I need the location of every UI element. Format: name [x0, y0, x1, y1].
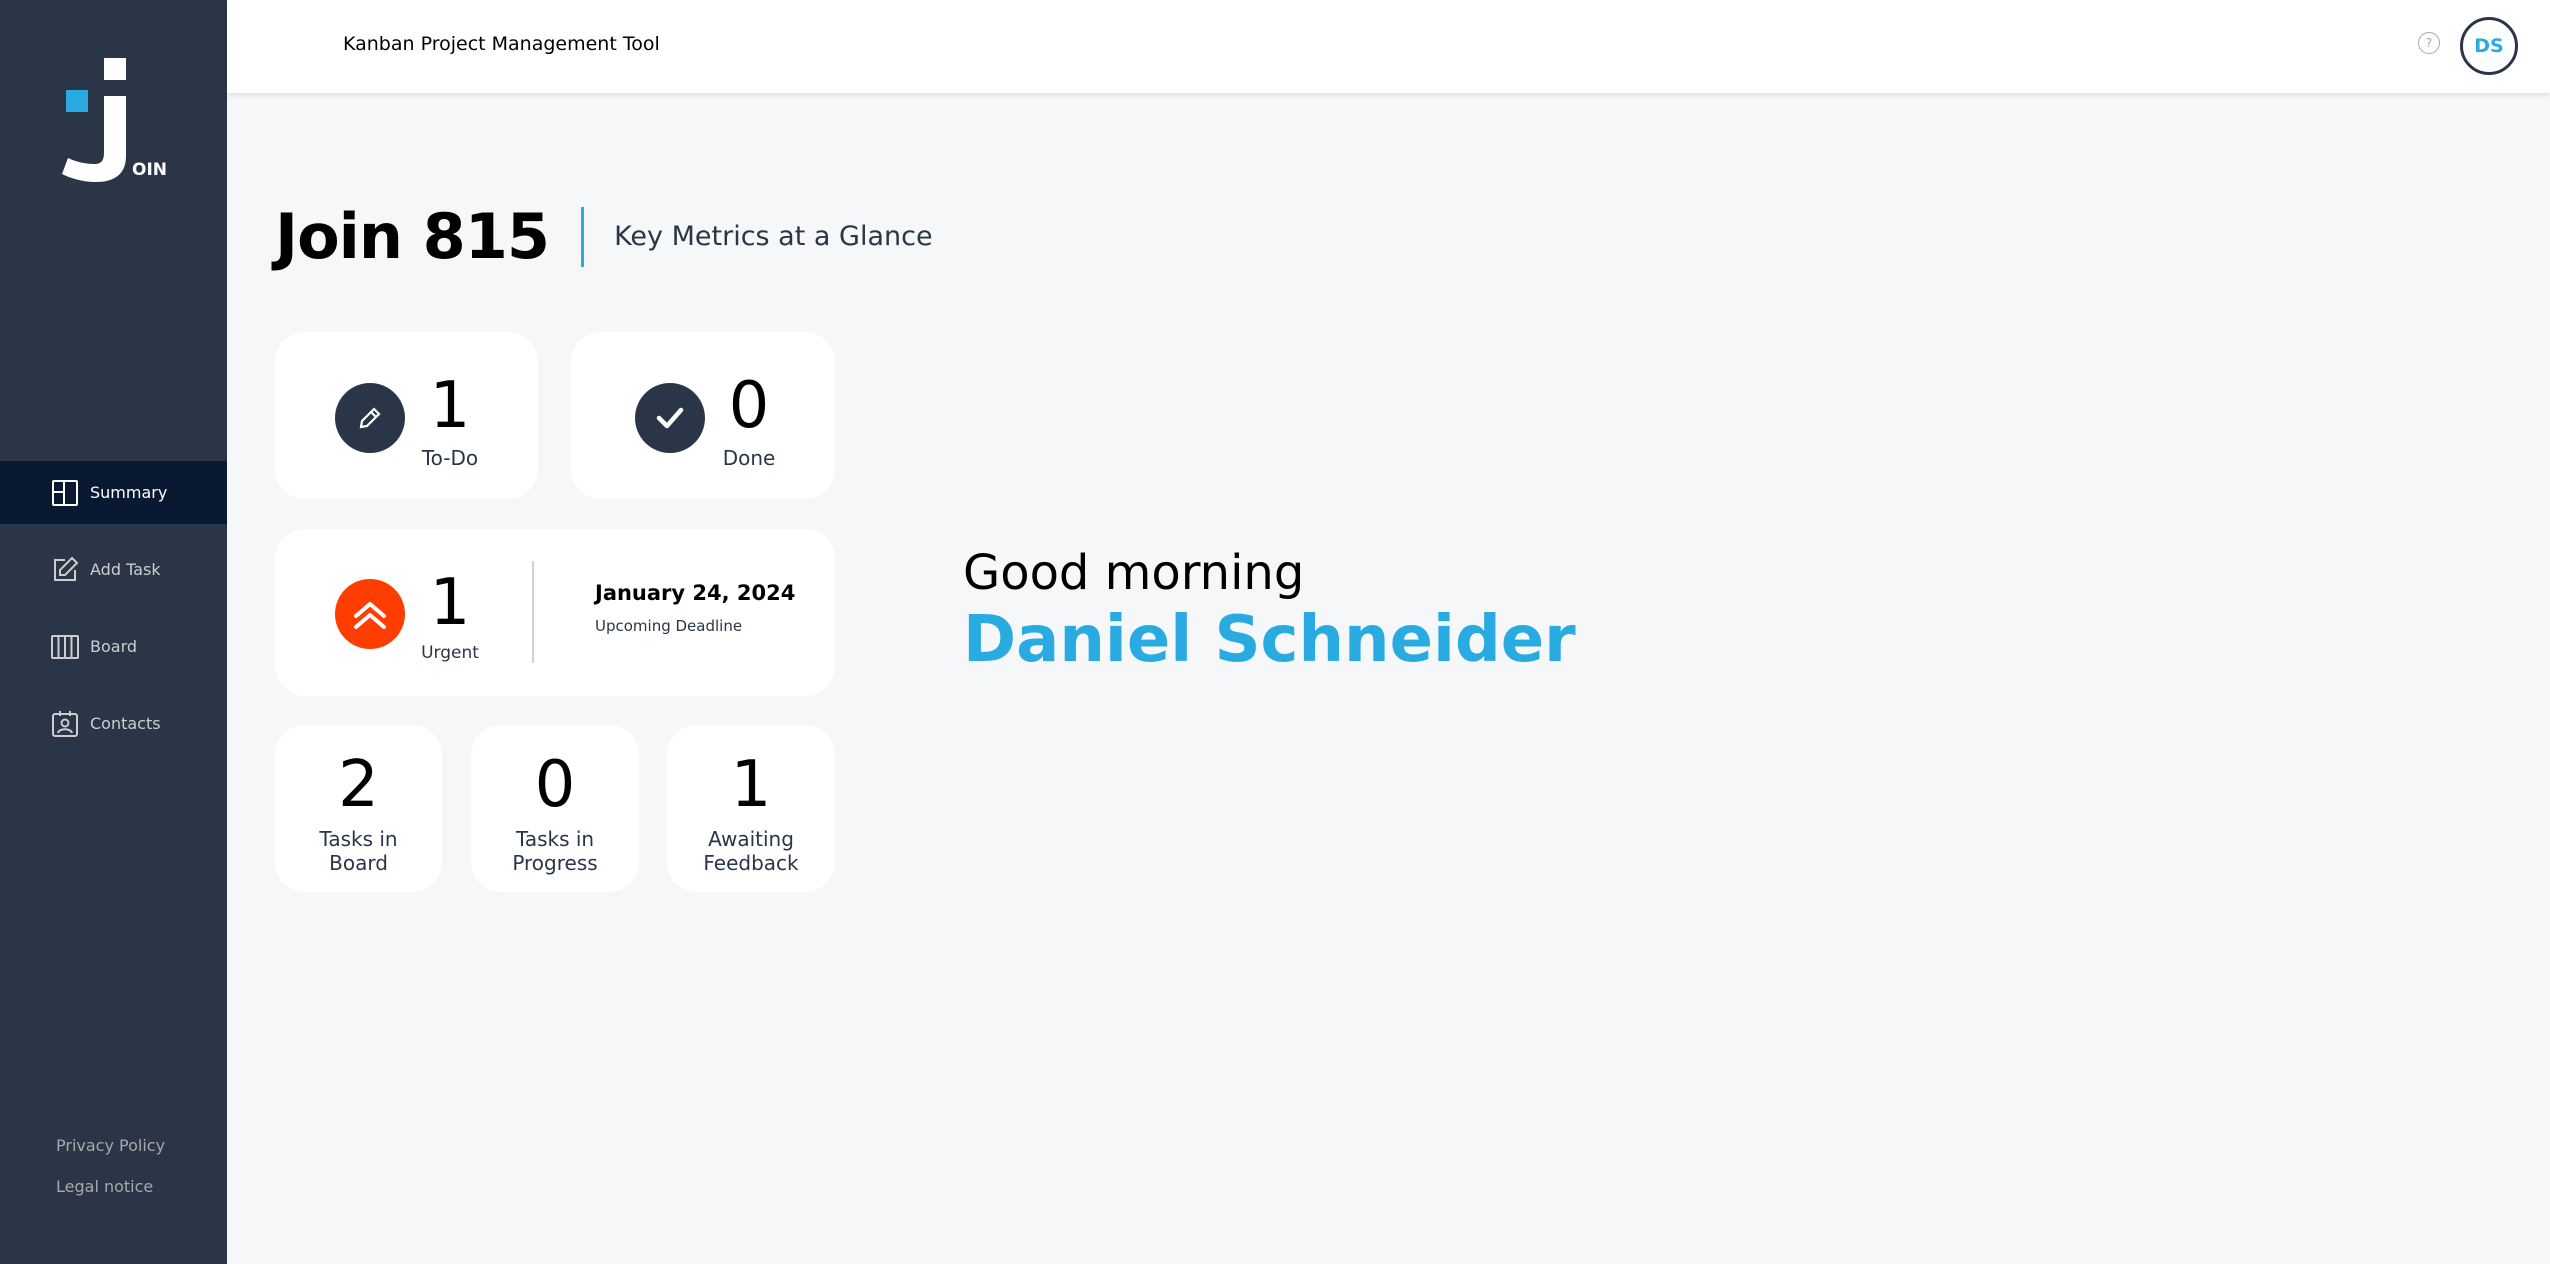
page-heading: Join 815 Key Metrics at a Glance — [275, 200, 933, 273]
done-card[interactable]: 0 Done — [571, 332, 835, 499]
legal-links: Privacy Policy Legal notice — [56, 1136, 165, 1218]
card-divider — [532, 561, 534, 663]
sidebar: OIN Summary Add Task Board Contacts Priv… — [0, 0, 227, 1264]
sidebar-nav: Summary Add Task Board Contacts — [0, 461, 227, 769]
pencil-icon — [335, 383, 405, 453]
board-label-line1: Tasks in — [319, 827, 398, 851]
urgent-card[interactable]: 1 Urgent January 24, 2024 Upcoming Deadl… — [275, 529, 835, 696]
sidebar-item-add-task[interactable]: Add Task — [0, 538, 227, 601]
help-icon[interactable]: ? — [2418, 32, 2440, 54]
board-label-line2: Board — [329, 851, 388, 875]
sidebar-item-summary[interactable]: Summary — [0, 461, 227, 524]
logo-text: OIN — [132, 160, 168, 180]
sidebar-item-board[interactable]: Board — [0, 615, 227, 678]
todo-count: 1 — [429, 369, 471, 443]
progress-count: 0 — [534, 748, 576, 822]
awaiting-feedback-card[interactable]: 1 Awaiting Feedback — [667, 725, 835, 892]
sidebar-item-label: Board — [90, 637, 138, 656]
page-title: Join 815 — [275, 200, 550, 273]
top-header: Kanban Project Management Tool ? DS — [227, 0, 2550, 93]
edit-square-icon — [50, 555, 80, 585]
urgent-priority-icon — [335, 579, 405, 649]
progress-label-line1: Tasks in — [515, 827, 595, 851]
board-icon — [50, 632, 80, 662]
urgent-count: 1 — [429, 566, 471, 640]
title-divider — [581, 206, 585, 267]
sidebar-item-label: Summary — [90, 483, 168, 502]
app-title: Kanban Project Management Tool — [343, 33, 660, 55]
done-label: Done — [722, 446, 776, 470]
contacts-icon — [50, 709, 80, 739]
greeting-text: Good morning — [963, 545, 1305, 601]
tasks-in-progress-card[interactable]: 0 Tasks in Progress — [471, 725, 639, 892]
feedback-count: 1 — [730, 748, 772, 822]
todo-card[interactable]: 1 To-Do — [275, 332, 538, 499]
summary-icon — [50, 478, 80, 508]
feedback-label-line1: Awaiting — [708, 827, 794, 851]
urgent-label: Urgent — [421, 643, 479, 663]
greeting: Good morning Daniel Schneider — [963, 545, 1576, 677]
user-name: Daniel Schneider — [963, 603, 1576, 677]
sidebar-item-contacts[interactable]: Contacts — [0, 692, 227, 755]
join-logo[interactable]: OIN — [60, 56, 168, 186]
feedback-label-line2: Feedback — [703, 851, 799, 875]
done-count: 0 — [728, 369, 770, 443]
legal-notice-link[interactable]: Legal notice — [56, 1177, 165, 1196]
sidebar-item-label: Add Task — [90, 560, 161, 579]
deadline-label: Upcoming Deadline — [595, 617, 743, 635]
sidebar-item-label: Contacts — [90, 714, 161, 733]
progress-label-line2: Progress — [512, 851, 598, 875]
privacy-policy-link[interactable]: Privacy Policy — [56, 1136, 165, 1155]
board-count: 2 — [338, 748, 379, 822]
todo-label: To-Do — [421, 446, 479, 470]
checkmark-icon — [635, 383, 705, 453]
deadline-date: January 24, 2024 — [595, 581, 796, 605]
page-subtitle: Key Metrics at a Glance — [614, 221, 933, 252]
tasks-in-board-card[interactable]: 2 Tasks in Board — [275, 725, 442, 892]
user-avatar[interactable]: DS — [2460, 17, 2518, 75]
